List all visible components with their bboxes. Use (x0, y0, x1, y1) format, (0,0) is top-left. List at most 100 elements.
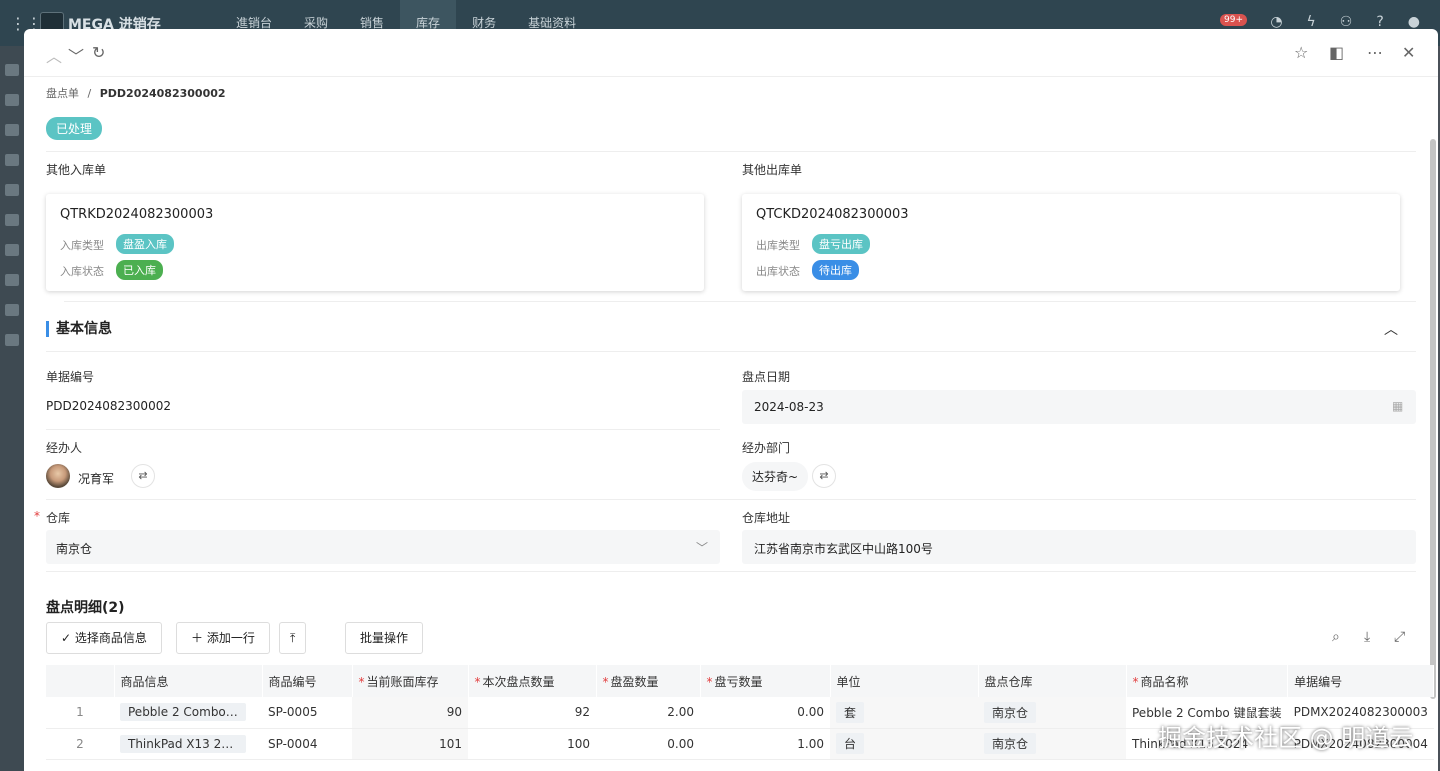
chevron-up-icon[interactable]: ︿ (46, 43, 62, 67)
column-header[interactable]: 单位 (830, 665, 979, 697)
rail-icon[interactable] (5, 334, 19, 346)
user-avatar-icon[interactable]: ● (1408, 14, 1420, 30)
outbound-card[interactable]: QTCKD2024082300003 出库类型 盘亏出库 出库状态 待出库 (742, 194, 1400, 291)
calendar-icon[interactable]: ▦ (1392, 399, 1403, 413)
column-header[interactable]: * 当前账面库存 (352, 665, 469, 697)
handler-label: 经办人 (46, 441, 83, 455)
table-cell[interactable]: 1.00 (700, 728, 830, 760)
rail-icon[interactable] (5, 214, 19, 226)
rail-icon[interactable] (5, 64, 19, 76)
batch-ops-button[interactable]: 批量操作 (345, 622, 424, 654)
more-icon[interactable]: ⋯ (1367, 43, 1383, 62)
bolt-icon[interactable]: ϟ (1307, 14, 1316, 30)
scrollbar[interactable] (1430, 139, 1436, 699)
breadcrumb-parent[interactable]: 盘点单 (46, 87, 79, 100)
cell-value: ThinkPad X13 2024 (120, 734, 246, 753)
column-header[interactable] (46, 665, 115, 697)
rail-icon[interactable] (5, 94, 19, 106)
warehouse-select[interactable]: 南京仓 ﹀ (46, 530, 720, 564)
clock-icon[interactable]: ◔ (1270, 14, 1282, 30)
dept-value[interactable]: 达芬奇~ (742, 462, 809, 491)
table-cell[interactable]: 套 (830, 697, 978, 729)
table-cell[interactable]: 南京仓 (978, 728, 1126, 760)
table-cell[interactable]: 南京仓 (978, 697, 1126, 729)
cell-value: 套 (836, 701, 865, 723)
swap-handler-icon[interactable]: ⇄ (131, 464, 155, 488)
star-icon[interactable]: ☆ (1294, 43, 1308, 62)
cell-value: Pebble 2 Combo ... (120, 703, 246, 722)
column-label: 盘盈数量 (610, 674, 659, 689)
rail-icon[interactable] (5, 244, 19, 256)
inbound-no: QTRKD2024082300003 (60, 207, 214, 222)
team-icon[interactable]: ⚇ (1340, 14, 1353, 30)
upload-button[interactable]: ⤒ (279, 622, 307, 654)
outbound-type-label: 出库类型 (756, 239, 800, 252)
select-product-button[interactable]: ✓ 选择商品信息 (46, 622, 162, 654)
address-field[interactable]: 江苏省南京市玄武区中山路100号 (742, 530, 1416, 564)
column-header[interactable]: 商品编号 (262, 665, 353, 697)
collapse-chevron-icon[interactable]: ︿ (1384, 319, 1398, 339)
column-header[interactable]: * 盘盈数量 (596, 665, 701, 697)
cell-value: SP-0005 (268, 705, 318, 720)
modal-header: ︿ ﹀ ↻ ☆ ◧ ⋯ ✕ (24, 29, 1438, 77)
left-rail (0, 46, 24, 771)
table-cell[interactable]: SP-0005 (262, 697, 352, 729)
table-cell[interactable]: SP-0004 (262, 728, 352, 760)
swap-dept-icon[interactable]: ⇄ (812, 464, 836, 488)
upload-icon: ⤒ (290, 631, 296, 645)
inbound-card[interactable]: QTRKD2024082300003 入库类型 盘盈入库 入库状态 已入库 (46, 194, 704, 291)
rail-icon[interactable] (5, 124, 19, 136)
divider (46, 351, 1416, 352)
help-icon[interactable]: ? (1376, 14, 1383, 30)
column-header[interactable]: * 商品名称 (1126, 665, 1289, 697)
column-header[interactable]: * 盘亏数量 (700, 665, 831, 697)
rail-icon[interactable] (5, 154, 19, 166)
column-header[interactable]: 盘点仓库 (978, 665, 1127, 697)
outbound-status-label: 出库状态 (756, 265, 800, 278)
inbound-type-tag: 盘盈入库 (116, 234, 174, 254)
cell-value: SP-0004 (268, 736, 318, 751)
chevron-down-icon[interactable]: ﹀ (696, 539, 708, 556)
date-field[interactable]: 2024-08-23 ▦ (742, 390, 1416, 424)
dept-label: 经办部门 (742, 441, 791, 455)
inbound-status-label: 入库状态 (60, 265, 104, 278)
chevron-down-icon[interactable]: ﹀ (68, 43, 84, 67)
fullscreen-icon[interactable]: ⤢ (1394, 629, 1405, 645)
download-icon[interactable]: ⤓ (1364, 629, 1370, 645)
table-cell[interactable]: Pebble 2 Combo ... (114, 697, 262, 729)
table-cell: 1 (46, 697, 114, 729)
status-badge[interactable]: 已处理 (46, 117, 103, 140)
inbound-type-label: 入库类型 (60, 239, 104, 252)
column-header[interactable]: 商品信息 (114, 665, 263, 697)
rail-icon[interactable] (5, 274, 19, 286)
doc-no-value: PDD2024082300002 (46, 399, 171, 413)
side-panel-icon[interactable]: ◧ (1329, 43, 1344, 62)
column-header[interactable]: * 本次盘点数量 (468, 665, 597, 697)
search-icon[interactable]: ⌕ (1332, 629, 1340, 645)
plus-icon: ＋ (191, 631, 207, 645)
table-cell[interactable]: 2.00 (596, 697, 700, 729)
table-cell[interactable]: 100 (468, 728, 596, 760)
refresh-icon[interactable]: ↻ (92, 43, 105, 62)
required-mark: * (706, 674, 713, 689)
table-cell[interactable]: 0.00 (596, 728, 700, 760)
table-cell[interactable]: 92 (468, 697, 596, 729)
table-cell[interactable]: 0.00 (700, 697, 830, 729)
table-cell[interactable]: 90 (352, 697, 468, 729)
breadcrumb: 盘点单 / PDD2024082300002 (46, 85, 226, 101)
required-mark: * (358, 674, 365, 689)
close-icon[interactable]: ✕ (1402, 43, 1415, 62)
outbound-status-tag: 待出库 (812, 260, 859, 280)
column-header[interactable]: 单据编号 (1287, 665, 1435, 697)
rail-icon[interactable] (5, 304, 19, 316)
table-cell[interactable]: 台 (830, 728, 978, 760)
required-mark: * (34, 509, 40, 523)
table-cell[interactable]: 101 (352, 728, 468, 760)
handler-name[interactable]: 况育军 (78, 470, 114, 487)
check-icon: ✓ (61, 631, 75, 645)
add-row-button[interactable]: ＋ 添加一行 (176, 622, 270, 654)
table-cell[interactable]: ThinkPad X13 2024 (114, 728, 262, 760)
rail-icon[interactable] (5, 184, 19, 196)
cell-value: 台 (836, 733, 865, 754)
cell-value: 2.00 (667, 705, 694, 720)
